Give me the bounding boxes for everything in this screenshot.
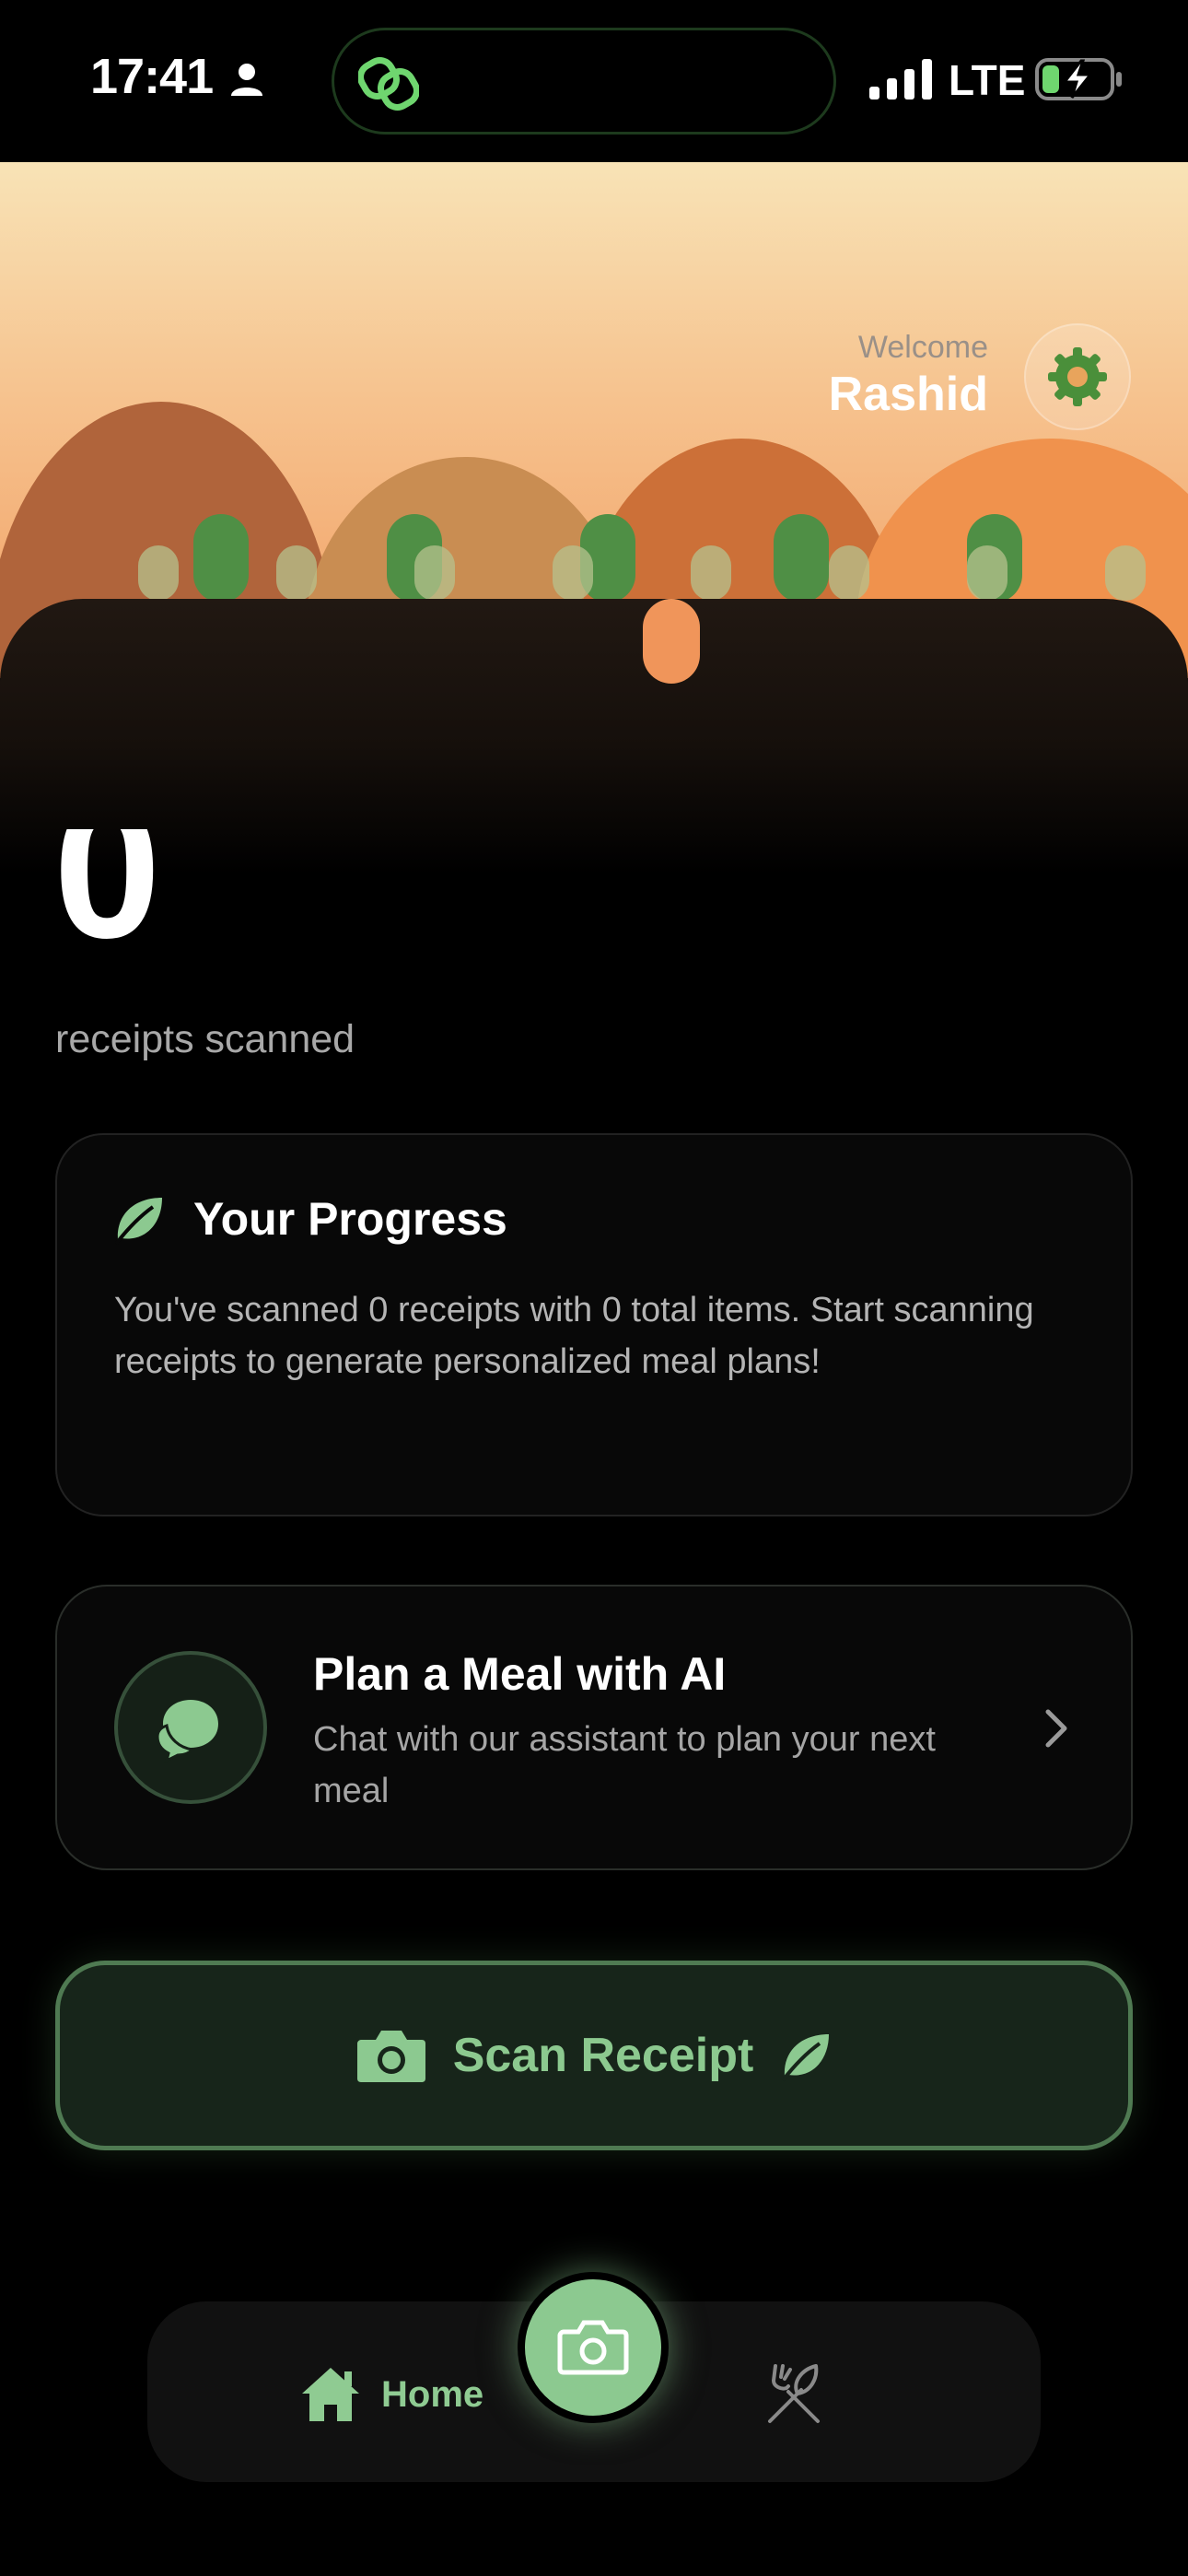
- link-icon: [358, 57, 419, 111]
- sheet-handle[interactable]: [643, 599, 700, 684]
- progress-title: Your Progress: [193, 1193, 507, 1245]
- fork-knife-icon[interactable]: [761, 2360, 827, 2427]
- progress-text: You've scanned 0 receipts with 0 total i…: [114, 1291, 1034, 1381]
- welcome-label: Welcome: [857, 330, 988, 365]
- receipts-count: 0: [53, 829, 161, 977]
- network-label: LTE: [949, 56, 1026, 104]
- chat-icon-circle: [114, 1651, 267, 1804]
- battery-charging-icon: [1035, 58, 1122, 100]
- home-icon: [302, 2368, 359, 2421]
- tab-home[interactable]: Home: [298, 2364, 483, 2425]
- tab-home-label: Home: [381, 2373, 484, 2415]
- plan-meal-title: Plan a Meal with AI: [313, 1648, 727, 1700]
- status-time: 17:41: [90, 49, 214, 104]
- status-bar: 17:41 LTE: [0, 0, 1188, 162]
- chat-bubbles-icon: [156, 1700, 218, 1763]
- signal-icon: [869, 59, 932, 100]
- dynamic-island: [332, 28, 836, 135]
- gear-icon: [1048, 347, 1107, 406]
- leaf-icon: [114, 1198, 162, 1246]
- user-name: Rashid: [828, 368, 988, 421]
- progress-card: Your Progress You've scanned 0 receipts …: [55, 1133, 1133, 1516]
- camera-icon: [356, 2031, 425, 2082]
- settings-button[interactable]: [1024, 323, 1131, 430]
- camera-fab-button[interactable]: [518, 2272, 669, 2423]
- chevron-right-icon: [1045, 1709, 1067, 1748]
- scan-receipt-button[interactable]: Scan Receipt: [55, 1961, 1133, 2150]
- leaf-icon: [781, 2034, 830, 2082]
- plan-meal-card[interactable]: Plan a Meal with AI Chat with our assist…: [55, 1585, 1133, 1870]
- scan-receipt-label: Scan Receipt: [452, 2029, 754, 2082]
- person-icon: [231, 64, 262, 96]
- camera-icon: [557, 2320, 629, 2375]
- plan-meal-subtitle: Chat with our assistant to plan your nex…: [313, 1720, 936, 1810]
- receipts-caption: receipts scanned: [55, 1017, 355, 1061]
